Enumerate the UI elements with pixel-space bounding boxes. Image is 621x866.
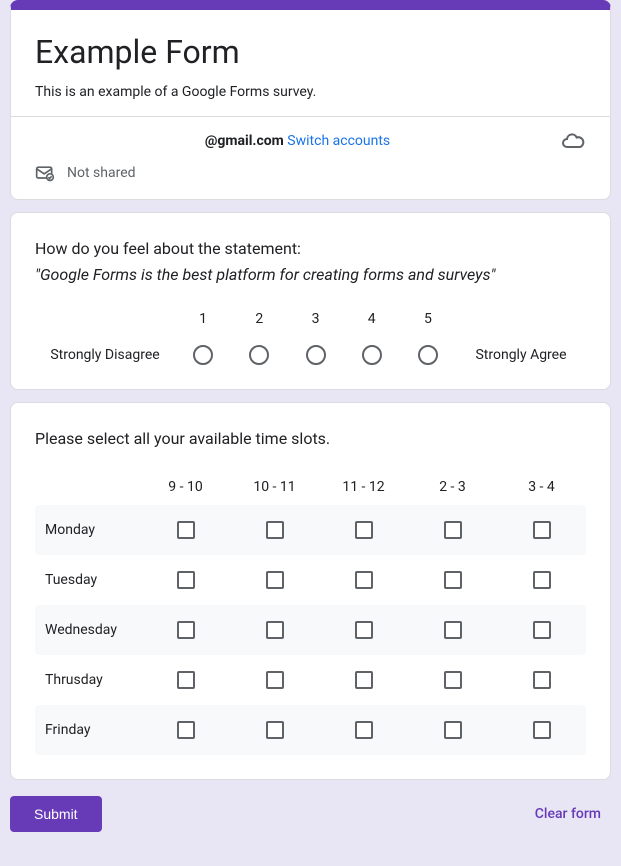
grid-checkbox[interactable] — [177, 621, 195, 639]
grid-checkbox[interactable] — [355, 521, 373, 539]
form-header-card: Example Form This is an example of a Goo… — [10, 0, 611, 200]
scale-radio-5[interactable] — [418, 345, 438, 365]
draft-icon — [35, 163, 55, 183]
grid-checkbox[interactable] — [177, 671, 195, 689]
scale-number: 3 — [287, 311, 343, 327]
grid-checkbox[interactable] — [533, 721, 551, 739]
form-footer: Submit Clear form — [10, 796, 611, 832]
grid-checkbox[interactable] — [266, 671, 284, 689]
form-title: Example Form — [35, 32, 586, 72]
grid-checkbox[interactable] — [533, 671, 551, 689]
grid-row: Monday — [35, 505, 586, 555]
grid-checkbox[interactable] — [444, 721, 462, 739]
scale-radio-4[interactable] — [362, 345, 382, 365]
grid-row-label: Monday — [45, 522, 141, 538]
grid-checkbox[interactable] — [177, 721, 195, 739]
grid-checkbox[interactable] — [355, 721, 373, 739]
scale-radio-3[interactable] — [306, 345, 326, 365]
q1-statement: "Google Forms is the best platform for c… — [35, 263, 586, 287]
grid-checkbox[interactable] — [444, 671, 462, 689]
grid-row-label: Frinday — [45, 722, 141, 738]
account-row: @gmail.com Switch accounts — [11, 117, 610, 153]
not-shared-label: Not shared — [67, 165, 136, 181]
scale-number: 1 — [175, 311, 231, 327]
grid-col-label: 3 - 4 — [497, 479, 586, 495]
scale-number: 2 — [231, 311, 287, 327]
cloud-icon — [560, 129, 586, 153]
scale-radio-2[interactable] — [249, 345, 269, 365]
grid-row-label: Tuesday — [45, 572, 141, 588]
grid-col-label: 11 - 12 — [319, 479, 408, 495]
grid-row-label: Thrusday — [45, 672, 141, 688]
grid-checkbox[interactable] — [177, 571, 195, 589]
scale-left-label: Strongly Disagree — [35, 347, 175, 363]
question-linear-scale: How do you feel about the statement: "Go… — [10, 212, 611, 390]
switch-accounts-link[interactable]: Switch accounts — [287, 133, 390, 149]
account-email: @gmail.com — [205, 133, 284, 149]
share-status-row: Not shared — [11, 153, 610, 199]
grid-row-label: Wednesday — [45, 622, 141, 638]
grid-col-label: 2 - 3 — [408, 479, 497, 495]
submit-button[interactable]: Submit — [10, 796, 102, 832]
clear-form-link[interactable]: Clear form — [535, 806, 611, 822]
scale-right-label: Strongly Agree — [456, 347, 586, 363]
grid-checkbox[interactable] — [355, 571, 373, 589]
grid-checkbox[interactable] — [266, 621, 284, 639]
scale-radio-1[interactable] — [193, 345, 213, 365]
grid-checkbox[interactable] — [444, 621, 462, 639]
grid-checkbox[interactable] — [444, 571, 462, 589]
grid-checkbox[interactable] — [266, 721, 284, 739]
grid-row: Frinday — [35, 705, 586, 755]
grid-checkbox[interactable] — [533, 521, 551, 539]
grid-row: Tuesday — [35, 555, 586, 605]
grid-row: Thrusday — [35, 655, 586, 705]
grid-row: Wednesday — [35, 605, 586, 655]
grid-col-label: 10 - 11 — [230, 479, 319, 495]
grid-checkbox[interactable] — [266, 521, 284, 539]
q1-prompt: How do you feel about the statement: — [35, 237, 586, 261]
grid-col-label: 9 - 10 — [141, 479, 230, 495]
grid-checkbox[interactable] — [355, 671, 373, 689]
q2-prompt: Please select all your available time sl… — [35, 427, 586, 451]
grid-checkbox[interactable] — [533, 571, 551, 589]
scale-number: 5 — [400, 311, 456, 327]
grid-header: 9 - 10 10 - 11 11 - 12 2 - 3 3 - 4 — [35, 469, 586, 505]
grid-checkbox[interactable] — [266, 571, 284, 589]
grid-checkbox[interactable] — [355, 621, 373, 639]
question-checkbox-grid: Please select all your available time sl… — [10, 402, 611, 780]
grid-checkbox[interactable] — [533, 621, 551, 639]
grid-checkbox[interactable] — [177, 521, 195, 539]
form-description: This is an example of a Google Forms sur… — [35, 84, 586, 100]
scale-number: 4 — [344, 311, 400, 327]
grid-checkbox[interactable] — [444, 521, 462, 539]
